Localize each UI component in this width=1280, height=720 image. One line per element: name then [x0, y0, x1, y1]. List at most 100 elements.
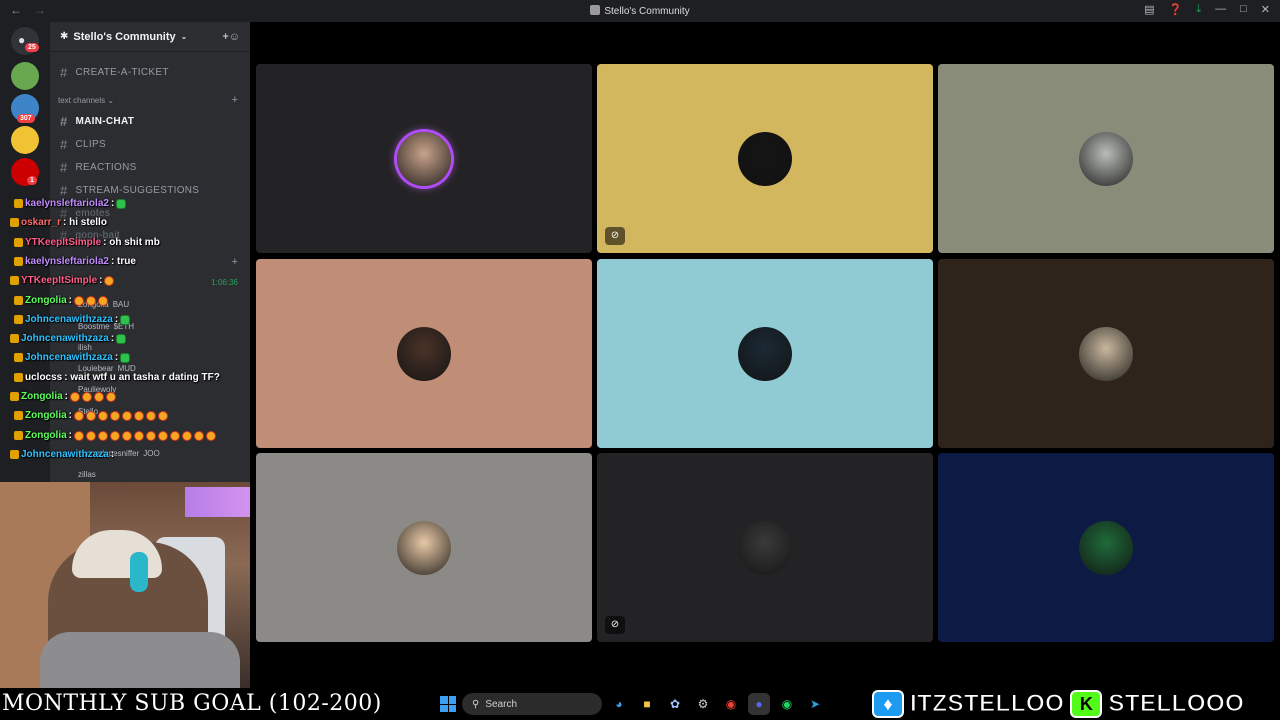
settings-icon[interactable]: ⚙ [692, 693, 714, 715]
chat-username: kaelynsleftariola2 [25, 256, 109, 267]
chat-text: : [114, 314, 119, 325]
channel-main-chat[interactable]: # MAIN-CHAT [60, 114, 134, 129]
chrome-icon[interactable]: ◉ [720, 693, 742, 715]
chat-badge-icon [10, 450, 19, 459]
video-grid: ⊘ ⊘ [250, 22, 1280, 688]
participant-avatar [1079, 521, 1133, 575]
chat-message: Zongolia: [14, 295, 109, 306]
chat-username: Johncenawithzaza [21, 333, 109, 344]
chat-username: Zongolia [21, 391, 63, 402]
participant-avatar [1079, 327, 1133, 381]
server-icon[interactable]: 307 [11, 94, 39, 123]
participant-avatar [397, 327, 451, 381]
participant-avatar [738, 327, 792, 381]
chat-username: Zongolia [25, 410, 67, 421]
steam-icon[interactable]: ✿ [664, 693, 686, 715]
emote-icon [146, 410, 157, 421]
sub-goal-text: MONTHLY SUB GOAL (102-200) [2, 691, 382, 716]
chat-badge-icon [14, 296, 23, 305]
emote-icon [106, 391, 117, 402]
chat-message: Zongolia: [14, 430, 217, 441]
server-icon[interactable] [11, 126, 39, 154]
participant-avatar [397, 521, 451, 575]
channel-reactions[interactable]: # REACTIONS [60, 160, 137, 175]
help-icon[interactable]: ❓ [1169, 3, 1183, 16]
server-emblem-icon: ✱ [60, 31, 69, 42]
emote-icon [74, 295, 85, 306]
voice-user[interactable]: zillas [78, 470, 96, 479]
twitter-icon: ♦ [872, 690, 904, 718]
chat-badge-icon [14, 315, 23, 324]
kick-handle: STELLOOO [1108, 690, 1245, 718]
chevron-down-icon: ⌄ [180, 32, 188, 41]
chat-message: kaelynsleftariola2: true [14, 256, 136, 267]
participant-tile[interactable] [938, 259, 1274, 448]
chat-username: Johncenawithzaza [25, 314, 113, 325]
voice-user[interactable]: ilish [78, 343, 92, 352]
participant-tile[interactable] [938, 453, 1274, 642]
participant-tile[interactable] [256, 453, 592, 642]
add-channel-icon[interactable]: + [232, 256, 238, 268]
emote-icon [170, 430, 181, 441]
add-channel-icon[interactable]: + [232, 94, 238, 106]
close-button[interactable]: ✕ [1261, 3, 1270, 16]
channel-stream-suggestions[interactable]: # STREAM-SUGGESTIONS [60, 183, 199, 198]
emote-icon [94, 391, 105, 402]
channel-clips[interactable]: # CLIPS [60, 137, 106, 152]
taskbar-search[interactable]: ⚲ Search [462, 693, 602, 715]
participant-tile[interactable] [597, 259, 933, 448]
chat-text: : [68, 295, 73, 306]
emote-icon [134, 410, 145, 421]
emote-icon [182, 430, 193, 441]
guild-header[interactable]: ✱ Stello's Community ⌄ +☺ [50, 22, 250, 52]
window-controls: ▤ ❓ ⤓ — □ ✕ [1144, 3, 1270, 16]
channel-create-a-ticket[interactable]: # CREATE-A-TICKET [60, 65, 169, 80]
chat-message: Zongolia: [14, 410, 169, 421]
maximize-button[interactable]: □ [1240, 3, 1247, 16]
file-explorer-icon[interactable]: ■ [636, 693, 658, 715]
chat-message: YTKeepItSimple: [10, 275, 115, 286]
chat-message: YTKeepItSimple: oh shit mb [14, 237, 160, 248]
participant-tile[interactable]: ⊘ [597, 453, 933, 642]
category-header[interactable]: text channels ⌄ [58, 96, 114, 105]
download-icon[interactable]: ⤓ [1196, 3, 1201, 16]
chat-text: : oh shit mb [103, 237, 160, 248]
chat-username: YTKeepItSimple [25, 237, 102, 248]
chat-text: : [110, 333, 115, 344]
server-icon[interactable] [11, 62, 39, 90]
participant-tile[interactable] [256, 259, 592, 448]
chat-text: : hi stello [63, 217, 107, 228]
inbox-icon[interactable]: ▤ [1144, 3, 1154, 16]
chat-badge-icon [14, 238, 23, 247]
emote-icon [116, 333, 127, 344]
server-icon[interactable]: 1 [11, 158, 39, 186]
hash-icon: # [60, 114, 68, 129]
minimize-button[interactable]: — [1215, 3, 1226, 16]
window-title: Stello's Community [0, 5, 1280, 17]
chat-username: Johncenawithzaza [25, 352, 113, 363]
chat-message: Johncenawithzaza: [10, 449, 114, 460]
chat-badge-icon [10, 334, 19, 343]
chat-username: uclocss [25, 372, 63, 383]
invite-people-icon[interactable]: +☺ [222, 31, 240, 43]
chat-text: : wait wtf u an tasha r dating TF? [64, 372, 220, 383]
camera-off-icon: ⊘ [605, 616, 625, 634]
discord-icon[interactable]: ● [748, 693, 770, 715]
participant-tile[interactable] [938, 64, 1274, 253]
chat-text: : [114, 352, 119, 363]
telegram-icon[interactable]: ➤ [804, 693, 826, 715]
hash-icon: # [60, 137, 68, 152]
participant-avatar [1079, 132, 1133, 186]
windows-start-icon[interactable] [440, 696, 456, 712]
edge-icon[interactable]: ◕ [608, 693, 630, 715]
spotify-icon[interactable]: ◉ [776, 693, 798, 715]
discord-home-icon[interactable]: ● 25 [11, 27, 39, 55]
chat-message: Johncenawithzaza: [10, 333, 127, 344]
chat-username: oskarr_r [21, 217, 62, 228]
emote-icon [206, 430, 217, 441]
participant-avatar [738, 132, 792, 186]
participant-tile[interactable]: ⊘ [597, 64, 933, 253]
participant-tile[interactable] [256, 64, 592, 253]
chat-badge-icon [14, 431, 23, 440]
participant-avatar [738, 521, 792, 575]
